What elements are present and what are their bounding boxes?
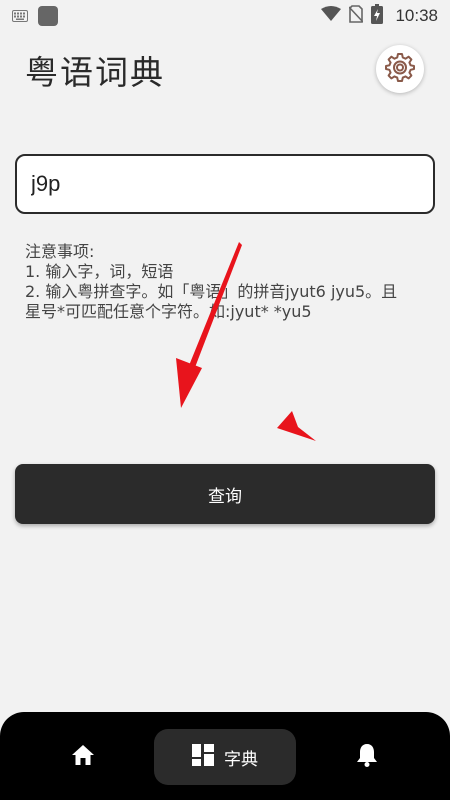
status-bar: 10:38 — [0, 0, 450, 32]
status-time: 10:38 — [395, 6, 438, 25]
notes-line-1: 1. 输入字，词，短语 — [25, 262, 174, 281]
annotation-arrow-overlay — [176, 242, 316, 441]
search-input[interactable] — [15, 154, 435, 214]
wifi-icon — [321, 6, 342, 26]
nav-notifications[interactable] — [344, 740, 390, 774]
nav-home[interactable] — [60, 740, 106, 774]
nav-dictionary-label: 字典 — [224, 749, 258, 770]
usage-notes: 注意事项: 1. 输入字，词，短语 2. 输入粤拼查字。如「粤语」的拼音jyut… — [25, 242, 435, 322]
battery-charging-icon — [371, 4, 384, 28]
no-sim-icon — [348, 5, 365, 27]
status-left — [12, 6, 58, 26]
status-right: 10:38 — [321, 4, 438, 28]
bottom-nav: 字典 — [0, 712, 450, 800]
notes-line-3: 星号*可匹配任意个字符。如:jyut* *yu5 — [25, 302, 312, 321]
app-icon — [38, 6, 58, 26]
home-icon — [71, 744, 95, 770]
bell-icon — [356, 743, 378, 771]
notes-heading: 注意事项: — [25, 242, 95, 261]
keyboard-icon — [12, 7, 28, 26]
settings-button[interactable] — [376, 45, 424, 93]
query-button[interactable]: 查询 — [15, 464, 435, 524]
annotation-cursor-mark — [277, 411, 316, 441]
page-title: 粤语词典 — [25, 53, 165, 92]
dictionary-grid-icon — [192, 743, 214, 771]
notes-line-2: 2. 输入粤拼查字。如「粤语」的拼音jyut6 jyu5。且 — [25, 282, 398, 301]
gear-icon — [385, 52, 415, 86]
nav-dictionary[interactable]: 字典 — [154, 729, 296, 785]
